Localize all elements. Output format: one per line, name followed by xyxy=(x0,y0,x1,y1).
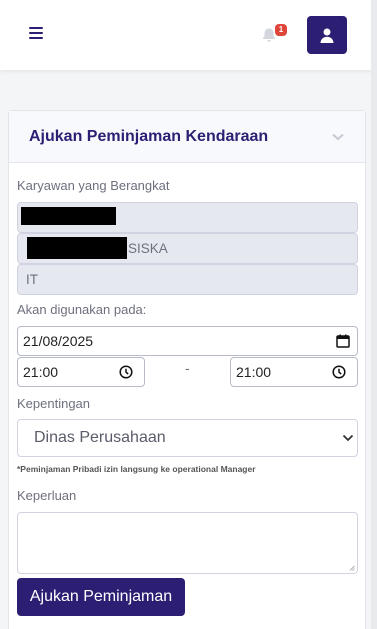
purpose-note: *Peminjaman Pribadi izin langsung ke ope… xyxy=(17,464,256,474)
end-time-input[interactable]: 21:00 xyxy=(230,357,358,387)
redaction-bar xyxy=(27,237,127,259)
chevron-down-icon[interactable] xyxy=(331,132,345,142)
submit-button[interactable]: Ajukan Peminjaman xyxy=(17,578,185,616)
clock-icon[interactable] xyxy=(119,365,133,379)
clock-icon[interactable] xyxy=(332,365,346,379)
time-separator: - xyxy=(185,360,190,376)
hamburger-menu-icon[interactable] xyxy=(29,27,43,39)
purpose-label: Keperluan xyxy=(17,488,77,503)
calendar-icon[interactable] xyxy=(336,334,350,348)
department-field: IT xyxy=(17,264,358,295)
purpose-type-label: Kepentingan xyxy=(17,396,91,411)
scrollbar-track[interactable] xyxy=(371,0,377,629)
end-time-value: 21:00 xyxy=(236,364,272,380)
chevron-down-icon[interactable] xyxy=(342,434,354,442)
purpose-type-value: Dinas Perusahaan xyxy=(34,429,166,446)
employee-name-value: SISKA xyxy=(128,241,168,256)
resize-grip-icon[interactable] xyxy=(349,565,355,571)
purpose-textarea[interactable] xyxy=(17,512,358,574)
date-value: 21/08/2025 xyxy=(23,333,94,349)
notification-badge: 1 xyxy=(275,24,287,36)
card-header[interactable]: Ajukan Peminjaman Kendaraan xyxy=(9,111,365,163)
start-time-input[interactable]: 21:00 xyxy=(17,357,145,387)
date-input[interactable]: 21/08/2025 xyxy=(17,326,358,356)
redaction-bar xyxy=(21,207,116,225)
date-label: Akan digunakan pada: xyxy=(17,302,147,317)
department-value: IT xyxy=(26,272,38,287)
user-menu-button[interactable] xyxy=(307,16,347,54)
purpose-type-select[interactable]: Dinas Perusahaan xyxy=(17,419,358,457)
employee-label: Karyawan yang Berangkat xyxy=(17,178,170,193)
user-icon xyxy=(320,28,334,43)
top-navbar: 1 xyxy=(0,0,377,70)
start-time-value: 21:00 xyxy=(23,364,59,380)
card-title: Ajukan Peminjaman Kendaraan xyxy=(29,127,269,145)
